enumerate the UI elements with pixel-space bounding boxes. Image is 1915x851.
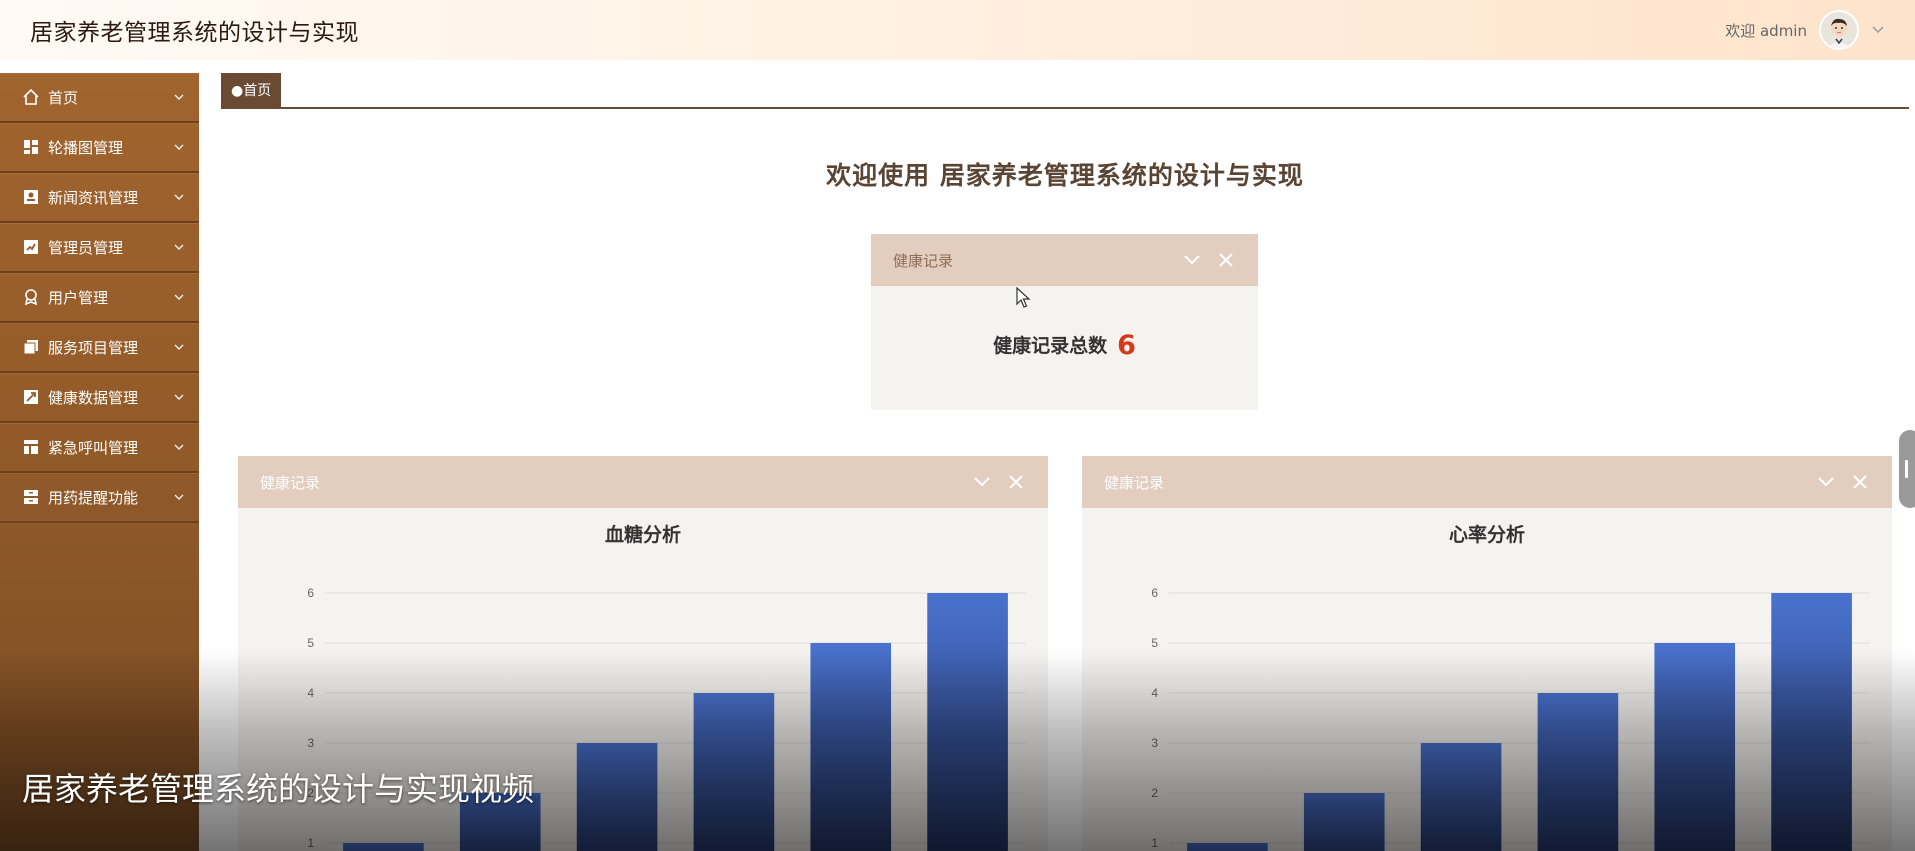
side-scroll-handle[interactable] [1899,430,1915,508]
sidebar-item-services[interactable]: 服务项目管理 [0,323,199,373]
y-tick-label: 1 [307,836,314,850]
service-icon [22,338,40,356]
sidebar: 首页 轮播图管理 新闻资讯管理 管理员管理 用户管理 服务项目管理 健康数据管理… [0,73,199,851]
bar[interactable] [1537,693,1619,851]
stat-label: 健康记录总数 [993,335,1108,357]
bar[interactable] [343,843,424,851]
table-icon [22,438,40,456]
y-tick-label: 6 [307,586,314,600]
collapse-icon[interactable] [1182,250,1202,270]
chevron-down-icon [173,90,185,104]
close-icon[interactable] [1006,472,1026,492]
sidebar-item-emergency[interactable]: 紧急呼叫管理 [0,423,199,473]
sidebar-item-label: 首页 [48,88,79,107]
sidebar-item-label: 管理员管理 [48,238,124,257]
stat-value: 6 [1117,330,1136,361]
chevron-down-icon [173,240,185,254]
panel-title: 健康记录 [1104,473,1165,492]
user-menu[interactable]: 欢迎 admin [1725,10,1885,50]
home-icon [22,88,40,106]
sidebar-item-label: 轮播图管理 [48,138,124,157]
avatar[interactable] [1819,10,1859,50]
y-tick-label: 6 [1151,586,1158,600]
sidebar-item-label: 健康数据管理 [48,388,139,407]
sidebar-item-carousel[interactable]: 轮播图管理 [0,123,199,173]
chevron-down-icon [173,390,185,404]
stat-line: 健康记录总数 6 [871,330,1258,361]
app-title: 居家养老管理系统的设计与实现 [30,20,359,46]
sidebar-item-label: 紧急呼叫管理 [48,438,139,457]
bar[interactable] [810,643,892,851]
chevron-down-icon [173,440,185,454]
bar[interactable] [576,743,658,851]
sidebar-item-news[interactable]: 新闻资讯管理 [0,173,199,223]
close-icon[interactable] [1216,250,1236,270]
mouse-cursor-icon [1016,287,1031,308]
bar[interactable] [1420,743,1502,851]
y-tick-label: 2 [1151,786,1158,800]
heart-rate-chart: 1 2 3 4 5 6 [1151,586,1870,851]
sidebar-item-label: 服务项目管理 [48,338,139,357]
grid-icon [22,138,40,156]
panel-title: 健康记录 [893,251,954,270]
chevron-down-icon [173,340,185,354]
bar[interactable] [1187,843,1268,851]
y-tick-label: 5 [1151,636,1158,650]
health-icon [22,388,40,406]
y-tick-label: 3 [307,736,314,750]
chevron-down-icon[interactable] [1871,22,1885,38]
stat-panel: 健康记录 健康记录总数 6 [871,234,1258,410]
video-caption: 居家养老管理系统的设计与实现视频 [22,770,535,808]
sidebar-item-label: 新闻资讯管理 [48,188,139,207]
panel-title: 健康记录 [260,473,321,492]
y-tick-label: 5 [307,636,314,650]
y-tick-label: 1 [1151,836,1158,850]
sidebar-item-users[interactable]: 用户管理 [0,273,199,323]
top-header: 居家养老管理系统的设计与实现 欢迎 admin [0,0,1915,60]
collapse-icon[interactable] [1816,472,1836,492]
welcome-user-text: 欢迎 admin [1725,21,1807,40]
archive-icon [22,488,40,506]
bar[interactable] [1654,643,1736,851]
y-tick-label: 4 [1151,686,1158,700]
sidebar-item-medication[interactable]: 用药提醒功能 [0,473,199,523]
sidebar-item-home[interactable]: 首页 [0,73,199,123]
bar[interactable] [1303,793,1385,851]
sidebar-item-health[interactable]: 健康数据管理 [0,373,199,423]
admin-icon [22,238,40,256]
chevron-down-icon [173,490,185,504]
panel-header: 健康记录 [871,234,1258,286]
collapse-icon[interactable] [972,472,992,492]
panel-header: 健康记录 [238,456,1048,508]
bar[interactable] [927,593,1008,851]
bar[interactable] [693,693,775,851]
sidebar-item-label: 用药提醒功能 [48,488,139,507]
close-icon[interactable] [1850,472,1870,492]
tab-home[interactable]: ●首页 [221,73,282,107]
chevron-down-icon [173,290,185,304]
news-icon [22,188,40,206]
chart-panel-heart-rate: 健康记录 心率分析 123456 [1082,456,1892,851]
panel-header: 健康记录 [1082,456,1892,508]
sidebar-item-admin[interactable]: 管理员管理 [0,223,199,273]
y-tick-label: 3 [1151,736,1158,750]
y-tick-label: 4 [307,686,314,700]
user-icon [22,288,40,306]
bar[interactable] [1771,593,1852,851]
sidebar-item-label: 用户管理 [48,288,109,307]
tab-bar: ●首页 [221,73,1909,109]
chevron-down-icon [173,140,185,154]
chevron-down-icon [173,190,185,204]
page-title: 欢迎使用 居家养老管理系统的设计与实现 [826,161,1304,190]
